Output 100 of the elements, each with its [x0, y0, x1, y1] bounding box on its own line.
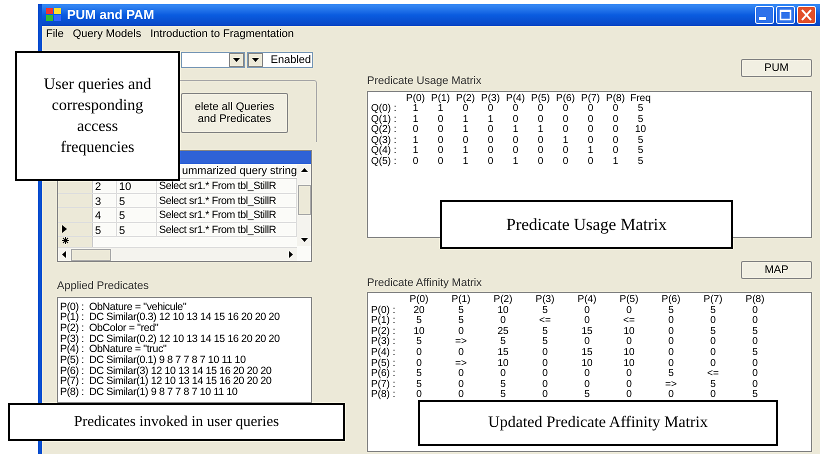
- table-cell-text: 0: [709, 337, 717, 348]
- caret-icon: [248, 53, 263, 67]
- table-cell-text: 0: [612, 146, 620, 157]
- table-cell: 5: [117, 208, 157, 222]
- current-row-icon: [62, 225, 67, 234]
- table-cell-text: 1: [412, 104, 418, 115]
- menu-item[interactable]: Introduction to Fragmentation: [150, 26, 294, 42]
- table-cell-text: 0: [751, 358, 759, 369]
- table-cell-text: 1: [412, 114, 420, 125]
- column-header: P(4): [576, 295, 598, 306]
- table-cell-text: 0: [512, 136, 520, 146]
- list-item[interactable]: P(2) : ObColor = "red": [60, 322, 311, 334]
- row-header[interactable]: [58, 222, 93, 236]
- table-cell-text: =>: [664, 380, 678, 390]
- table-cell-text: 5: [709, 380, 717, 390]
- table-cell-text: 5: [541, 306, 549, 316]
- caret-icon: [229, 53, 244, 67]
- list-item[interactable]: P(5) : DC Similar(0.1) 9 8 7 7 8 7 10 11 10: [60, 355, 311, 366]
- table-cell-text: 0: [541, 369, 549, 380]
- list-item[interactable]: P(8) : DC Similar(1) 9 8 7 7 8 7 10 11 10: [60, 387, 311, 398]
- table-cell-text: 0: [499, 316, 507, 327]
- column-header: P(6): [660, 295, 682, 306]
- table-cell-text: 0: [625, 306, 633, 316]
- row-label: P(5) :: [370, 358, 396, 369]
- menu-item[interactable]: File: [46, 26, 64, 42]
- table-cell-text: 0: [709, 390, 717, 401]
- table-cell-text: 10: [622, 348, 636, 359]
- predicates-list[interactable]: [57, 296, 312, 402]
- vertical-scrollbar[interactable]: [297, 164, 311, 246]
- table-cell-text: 20: [412, 306, 426, 316]
- maximize-button[interactable]: [776, 6, 795, 24]
- status-dropdown[interactable]: Enabled: [247, 52, 313, 68]
- table-cell-text: 0: [436, 157, 444, 168]
- table-cell-text: 5: [499, 390, 507, 401]
- table-cell-text: 0: [612, 125, 620, 136]
- table-cell-text: 0: [536, 136, 544, 146]
- table-cell-text: 0: [709, 358, 717, 370]
- column-header: P(1): [450, 295, 472, 306]
- row-label: Q(3) :: [370, 136, 398, 146]
- table-cell-text: 0: [457, 348, 465, 359]
- table-cell-text: 0: [586, 136, 594, 146]
- table-cell-text: 0: [667, 326, 675, 337]
- close-button[interactable]: [797, 6, 816, 24]
- table-cell-text: 0: [536, 146, 544, 157]
- table-cell-text: 0: [457, 380, 465, 390]
- menu-item[interactable]: Query Models: [72, 26, 142, 42]
- column-header: P(4): [505, 94, 526, 104]
- table-cell-text: 25: [496, 326, 510, 337]
- dropdown[interactable]: [181, 52, 245, 68]
- table-cell-text: 0: [625, 380, 633, 390]
- list-item[interactable]: P(0) : ObNature = "vehicule": [60, 302, 311, 312]
- table-cell-text: 5: [709, 306, 717, 316]
- scrollbar-thumb[interactable]: [71, 248, 111, 260]
- table-cell-text: 0: [583, 337, 591, 348]
- table-cell-text: 1: [412, 146, 420, 157]
- table-cell-text: 1: [562, 136, 570, 146]
- table-cell-text: 0: [562, 125, 570, 136]
- minimize-button[interactable]: [755, 6, 774, 24]
- callout-note: Updated Predicate Affinity Matrix: [418, 400, 778, 446]
- table-cell-text: 0: [436, 125, 444, 136]
- list-item[interactable]: P(7) : DC Similar(1) 12 10 13 14 15 16 20 20 20: [60, 376, 311, 388]
- table-cell-text: 10: [496, 306, 510, 316]
- table-cell-text: 0: [412, 125, 420, 136]
- list-item[interactable]: P(4) : ObNature = "truc": [60, 344, 311, 356]
- table-cell-text: 10: [622, 358, 636, 369]
- table-cell-text: 0: [536, 114, 544, 125]
- list-item[interactable]: P(3) : DC Similar(0.2) 12 10 13 14 15 16 20 20 20: [60, 334, 311, 344]
- column-header: Freq: [629, 94, 652, 104]
- table-cell-text: 0: [415, 358, 423, 369]
- pum-button[interactable]: PUM: [741, 59, 812, 77]
- table-cell-text: 0: [667, 348, 675, 359]
- table-cell-text: 0: [541, 358, 549, 369]
- table-cell-text: 0: [488, 104, 494, 115]
- table-cell-text: =>: [454, 337, 468, 348]
- table-cell-text: 5: [636, 136, 644, 146]
- scrollbar-thumb[interactable]: [298, 185, 311, 215]
- horizontal-scrollbar[interactable]: [58, 248, 298, 261]
- table-cell-text: <=: [538, 316, 552, 327]
- table-cell-text: 0: [412, 157, 420, 168]
- table-cell-text: 0: [562, 157, 570, 168]
- column-header: P(3): [534, 295, 556, 306]
- delete-all-button[interactable]: elete all Queries and Predicates: [181, 93, 288, 133]
- table-cell-text: 0: [751, 306, 759, 316]
- column-header: P(1): [430, 94, 451, 104]
- table-cell-text: 5: [636, 114, 644, 125]
- table-cell: 5: [117, 222, 157, 236]
- table-cell-text: 0: [457, 390, 465, 401]
- row-label: Q(5) :: [370, 157, 398, 168]
- column-header: P(3): [480, 94, 501, 104]
- map-button[interactable]: MAP: [741, 260, 812, 278]
- column-header: P(0): [405, 94, 426, 104]
- table-cell-text: 5: [751, 326, 759, 337]
- table-cell-text: 0: [512, 146, 520, 157]
- column-header[interactable]: ummarized query string: [182, 162, 297, 180]
- table-cell-text: 5: [638, 104, 644, 115]
- list-item[interactable]: P(1) : DC Similar(0.3) 12 10 13 14 15 16 20 20 20: [60, 312, 311, 323]
- table-cell-text: 0: [457, 326, 465, 338]
- column-header: P(8): [744, 295, 766, 306]
- table-cell-text: 10: [412, 326, 426, 337]
- list-item[interactable]: P(6) : DC Similar(3) 12 10 13 14 15 16 20 20 20: [60, 366, 311, 376]
